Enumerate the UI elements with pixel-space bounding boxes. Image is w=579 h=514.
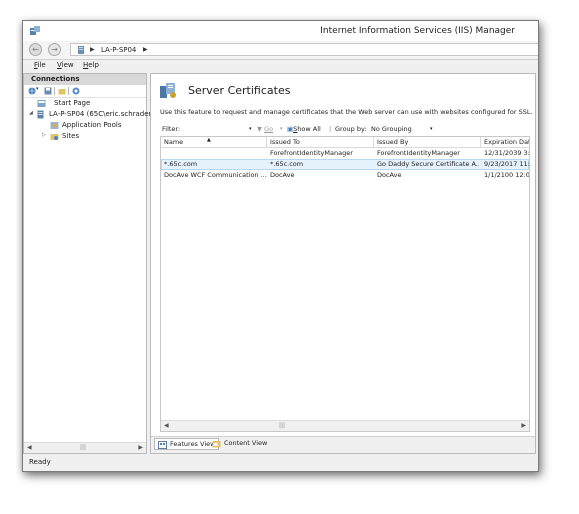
- column-header-expiration-date[interactable]: Expiration Date: [481, 137, 529, 148]
- filter-dropdown-icon[interactable]: ▾: [249, 126, 252, 132]
- scroll-right-icon[interactable]: ▶: [138, 444, 143, 451]
- save-icon[interactable]: [44, 87, 52, 95]
- feature-description: Use this feature to request and manage c…: [160, 108, 533, 116]
- connections-horizontal-scrollbar[interactable]: ◀ ||| ▶: [24, 442, 146, 453]
- grid-horizontal-scrollbar[interactable]: ◀ ||| ▶: [161, 420, 529, 431]
- view-tabs: Features View Content View: [151, 436, 535, 453]
- window-title: Internet Information Services (IIS) Mana…: [320, 26, 515, 36]
- filter-toolbar: Filter: ▾ ▼ Go ▾ ▣Show All | Group by: N…: [160, 123, 531, 135]
- filter-input[interactable]: [186, 124, 250, 133]
- features-view-icon: [158, 441, 167, 449]
- cell-issued-to: ForefrontIdentityManager: [270, 149, 353, 157]
- scroll-left-icon[interactable]: ◀: [164, 422, 169, 429]
- scroll-thumb-grip-icon[interactable]: |||: [279, 422, 285, 429]
- menu-help[interactable]: Help: [83, 61, 99, 69]
- scroll-left-icon[interactable]: ◀: [27, 444, 32, 451]
- title-bar: Internet Information Services (IIS) Mana…: [23, 21, 538, 41]
- status-bar: Ready: [23, 455, 538, 471]
- scroll-thumb-grip-icon[interactable]: |||: [80, 444, 86, 451]
- breadcrumb-separator-icon: ▶: [90, 46, 95, 53]
- toolbar-separator: [68, 87, 69, 95]
- toolbar-separator: |: [329, 125, 332, 133]
- column-header-name-label: Name: [164, 138, 184, 146]
- application-pools-icon: [50, 122, 59, 129]
- address-bar: ← → ▶ LA-P-SP04 ▶: [23, 41, 538, 60]
- group-by-label: Group by:: [335, 125, 367, 133]
- cell-expiration-date: 12/31/2039 3:59: [484, 149, 529, 157]
- tree-sites-label: Sites: [62, 132, 80, 140]
- go-button[interactable]: ▼ Go: [257, 125, 273, 133]
- show-all-button[interactable]: ▣Show All: [287, 125, 321, 133]
- group-by-value: No Grouping: [371, 125, 412, 133]
- start-page-icon: [37, 100, 46, 107]
- connections-header: Connections: [24, 74, 146, 85]
- cell-issued-by: ForefrontIdentityManager: [377, 149, 460, 157]
- cell-name: *.65c.com: [164, 160, 198, 168]
- feature-pane: Server Certificates Use this feature to …: [150, 73, 536, 454]
- back-arrow-icon: ←: [32, 45, 39, 54]
- cell-expiration-date: 1/1/2100 12:00:: [484, 171, 529, 179]
- go-button-label: Go: [264, 125, 274, 133]
- column-header-name[interactable]: Name ▲: [161, 137, 267, 148]
- content-view-icon: [212, 441, 221, 448]
- expand-arrow-icon[interactable]: ▷: [42, 132, 46, 138]
- connect-globe-icon[interactable]: [28, 87, 36, 95]
- toolbar-separator: [54, 87, 55, 95]
- page-title: Server Certificates: [188, 84, 291, 97]
- menu-file-label: ile: [37, 61, 46, 69]
- cell-issued-to: *.65c.com: [270, 160, 304, 168]
- tab-content-view[interactable]: Content View: [209, 438, 270, 450]
- address-field[interactable]: ▶ LA-P-SP04 ▶: [70, 43, 538, 56]
- breadcrumb-separator-icon[interactable]: ▶: [143, 46, 148, 53]
- switch-connection-icon[interactable]: [72, 87, 80, 95]
- server-icon: [37, 110, 44, 119]
- table-row[interactable]: ForefrontIdentityManager ForefrontIdenti…: [161, 148, 529, 159]
- group-by-select[interactable]: No Grouping: [371, 125, 412, 133]
- funnel-icon: ▼: [257, 125, 262, 133]
- collapse-arrow-icon[interactable]: ◢: [29, 110, 33, 116]
- menu-file[interactable]: File: [34, 61, 46, 69]
- cell-issued-to: DocAve: [270, 171, 295, 179]
- server-icon: [78, 46, 84, 54]
- group-by-dropdown-icon[interactable]: ▾: [430, 126, 433, 132]
- back-button[interactable]: ←: [29, 43, 42, 56]
- iis-manager-icon: [30, 26, 40, 35]
- menu-help-label: elp: [88, 61, 99, 69]
- go-dropdown-icon[interactable]: ▾: [280, 126, 283, 132]
- show-all-label: how All: [297, 125, 321, 133]
- cell-issued-by: Go Daddy Secure Certificate A...: [377, 160, 479, 168]
- filter-label: Filter:: [162, 125, 181, 133]
- forward-arrow-icon: →: [51, 45, 58, 54]
- dropdown-icon[interactable]: ▾: [36, 86, 44, 94]
- breadcrumb-server[interactable]: LA-P-SP04: [101, 46, 136, 54]
- menu-view[interactable]: View: [57, 61, 74, 69]
- iis-manager-window: Internet Information Services (IIS) Mana…: [22, 20, 539, 472]
- up-level-icon[interactable]: [58, 87, 66, 95]
- forward-button[interactable]: →: [48, 43, 61, 56]
- connections-pane: Connections ▾ Start Page ◢ LA-P-SP04 (65…: [23, 73, 151, 454]
- table-row-selected[interactable]: *.65c.com *.65c.com Go Daddy Secure Cert…: [161, 159, 529, 170]
- cell-expiration-date: 9/23/2017 11:54: [484, 160, 529, 168]
- tree-start-page-label: Start Page: [54, 99, 91, 107]
- tree-application-pools-label: Application Pools: [62, 121, 122, 129]
- status-text: Ready: [29, 458, 51, 466]
- menu-bar: File View Help: [23, 60, 538, 71]
- column-header-issued-by[interactable]: Issued By: [374, 137, 481, 148]
- connections-toolbar: ▾: [24, 85, 146, 98]
- table-row[interactable]: DocAve WCF Communication ... DocAve DocA…: [161, 170, 529, 181]
- menu-view-label: iew: [61, 61, 74, 69]
- cell-name: DocAve WCF Communication ...: [164, 171, 267, 179]
- certificates-grid: Name ▲ Issued To Issued By Expiration Dat…: [160, 136, 530, 432]
- tree-server-label: LA-P-SP04 (65C\eric.schrader: [49, 110, 152, 118]
- sites-folder-icon: [50, 134, 59, 140]
- column-header-issued-to[interactable]: Issued To: [267, 137, 374, 148]
- cell-issued-by: DocAve: [377, 171, 402, 179]
- sort-ascending-icon: ▲: [207, 137, 211, 143]
- tab-content-view-label: Content View: [224, 439, 268, 447]
- scroll-right-icon[interactable]: ▶: [521, 422, 526, 429]
- server-certificates-icon: [160, 83, 176, 98]
